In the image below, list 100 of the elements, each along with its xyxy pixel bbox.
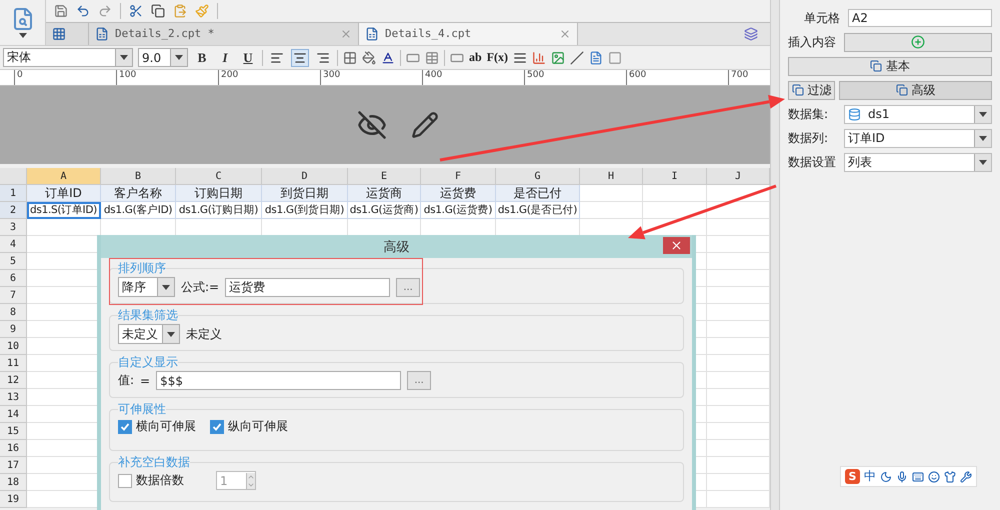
more-button[interactable]: ...: [396, 278, 420, 296]
table-cell[interactable]: [643, 202, 707, 219]
table-cell[interactable]: 客户名称: [101, 185, 176, 202]
table-cell[interactable]: 是否已付: [496, 185, 580, 202]
data-select[interactable]: 订单ID: [844, 128, 992, 148]
table-cell[interactable]: 订购日期: [176, 185, 262, 202]
file-tab[interactable]: Details_4.cpt: [359, 22, 578, 45]
shirt-icon[interactable]: [944, 470, 956, 482]
formula-field[interactable]: 运货费: [225, 278, 390, 296]
table-cell[interactable]: 运货商: [348, 185, 421, 202]
chart-icon[interactable]: [532, 50, 546, 64]
row-header[interactable]: 6: [0, 270, 27, 287]
column-header[interactable]: G: [496, 168, 580, 185]
row-header[interactable]: 3: [0, 219, 27, 236]
moon-icon[interactable]: [880, 470, 892, 482]
insert-button[interactable]: [844, 32, 992, 52]
splitter-bar[interactable]: [770, 0, 780, 510]
microphone-icon[interactable]: [896, 470, 908, 482]
row-header[interactable]: 8: [0, 304, 27, 321]
row-header[interactable]: 18: [0, 474, 27, 491]
font-select[interactable]: 宋体: [3, 48, 133, 67]
row-header[interactable]: 13: [0, 389, 27, 406]
checkbox[interactable]: [118, 420, 132, 434]
row-header[interactable]: 11: [0, 355, 27, 372]
table-cell[interactable]: ds1.G(客户ID): [101, 202, 176, 219]
line-icon[interactable]: [570, 50, 584, 64]
wrench-icon[interactable]: [960, 470, 972, 482]
checkbox[interactable]: [210, 420, 224, 434]
row-header[interactable]: 2: [0, 202, 27, 219]
table-cell[interactable]: [643, 185, 707, 202]
border-icon[interactable]: [343, 50, 357, 64]
table-cell[interactable]: ds1.G(运货费): [421, 202, 496, 219]
table-cell[interactable]: 订单ID: [27, 185, 101, 202]
table-cell[interactable]: ds1.G(是否已付): [496, 202, 580, 219]
smile-icon[interactable]: [928, 470, 940, 482]
pencil-icon[interactable]: [410, 111, 438, 139]
table-cell[interactable]: ds1.G(订购日期): [176, 202, 262, 219]
redo-icon[interactable]: [98, 4, 112, 18]
column-header[interactable]: B: [101, 168, 176, 185]
more-button[interactable]: ...: [407, 371, 432, 390]
paste-icon[interactable]: [173, 4, 187, 18]
value-field[interactable]: $$$: [156, 371, 402, 390]
table-cell[interactable]: [580, 202, 643, 219]
file-tab[interactable]: Details_2.cpt *: [89, 22, 359, 45]
row-header[interactable]: 19: [0, 491, 27, 508]
row-header[interactable]: 4: [0, 236, 27, 253]
column-header[interactable]: E: [348, 168, 421, 185]
table-cell[interactable]: [580, 185, 643, 202]
table-cell[interactable]: 到货日期: [262, 185, 348, 202]
column-header[interactable]: D: [262, 168, 348, 185]
panel-tab[interactable]: 高级: [839, 80, 992, 100]
fill-icon[interactable]: [362, 50, 376, 64]
column-header[interactable]: A: [27, 168, 101, 185]
panel-tab[interactable]: 过滤: [788, 80, 836, 100]
cell-field[interactable]: A2: [848, 9, 992, 27]
text-style-button[interactable]: I: [216, 50, 234, 66]
order-select[interactable]: 降序: [118, 277, 175, 297]
plus-icon[interactable]: [911, 35, 925, 49]
row-header[interactable]: 14: [0, 406, 27, 423]
row-header[interactable]: 12: [0, 372, 27, 389]
row-header[interactable]: 15: [0, 423, 27, 440]
row-header[interactable]: 17: [0, 457, 27, 474]
save-icon[interactable]: [54, 4, 68, 18]
font-color-icon[interactable]: [381, 50, 395, 64]
brush-icon[interactable]: [195, 4, 209, 18]
table-cell[interactable]: 运货费: [421, 185, 496, 202]
row-header[interactable]: 1: [0, 185, 27, 202]
eye-slash-icon[interactable]: [356, 110, 386, 140]
close-button[interactable]: [663, 237, 690, 254]
row-header[interactable]: 5: [0, 253, 27, 270]
panel-tab[interactable]: 基本: [788, 56, 992, 76]
table-icon[interactable]: [425, 50, 439, 64]
checkbox[interactable]: [118, 474, 132, 488]
undo-icon[interactable]: [76, 4, 90, 18]
new-sheet-icon[interactable]: [52, 26, 66, 41]
row-header[interactable]: 9: [0, 321, 27, 338]
size-select[interactable]: 9.0: [138, 48, 188, 67]
insert-tool-button[interactable]: F(x): [486, 50, 508, 65]
input-method-bar[interactable]: S 中: [840, 466, 977, 487]
table-cell[interactable]: ds1.G(到货日期): [262, 202, 348, 219]
scissors-icon[interactable]: [129, 4, 143, 18]
document-icon[interactable]: [589, 50, 604, 64]
list-icon[interactable]: [744, 26, 758, 41]
data-select[interactable]: 列表: [844, 152, 992, 172]
copy-icon[interactable]: [151, 4, 165, 18]
row-header[interactable]: 7: [0, 287, 27, 304]
column-header[interactable]: J: [707, 168, 770, 185]
filter-select[interactable]: 未定义: [118, 324, 180, 344]
row-header[interactable]: 16: [0, 440, 27, 457]
row-header[interactable]: 10: [0, 338, 27, 355]
data-select[interactable]: ds1: [844, 104, 992, 124]
table-cell[interactable]: ds1.S(订单ID): [27, 202, 101, 219]
image-icon[interactable]: [551, 50, 566, 64]
close-icon[interactable]: [559, 28, 571, 40]
corner-cell[interactable]: [0, 168, 27, 185]
keyboard-icon[interactable]: [912, 470, 924, 482]
table-cell[interactable]: ds1.G(运货商): [348, 202, 421, 219]
frame-icon[interactable]: [608, 50, 622, 64]
align-button[interactable]: [291, 48, 309, 66]
text-style-button[interactable]: B: [193, 50, 211, 66]
